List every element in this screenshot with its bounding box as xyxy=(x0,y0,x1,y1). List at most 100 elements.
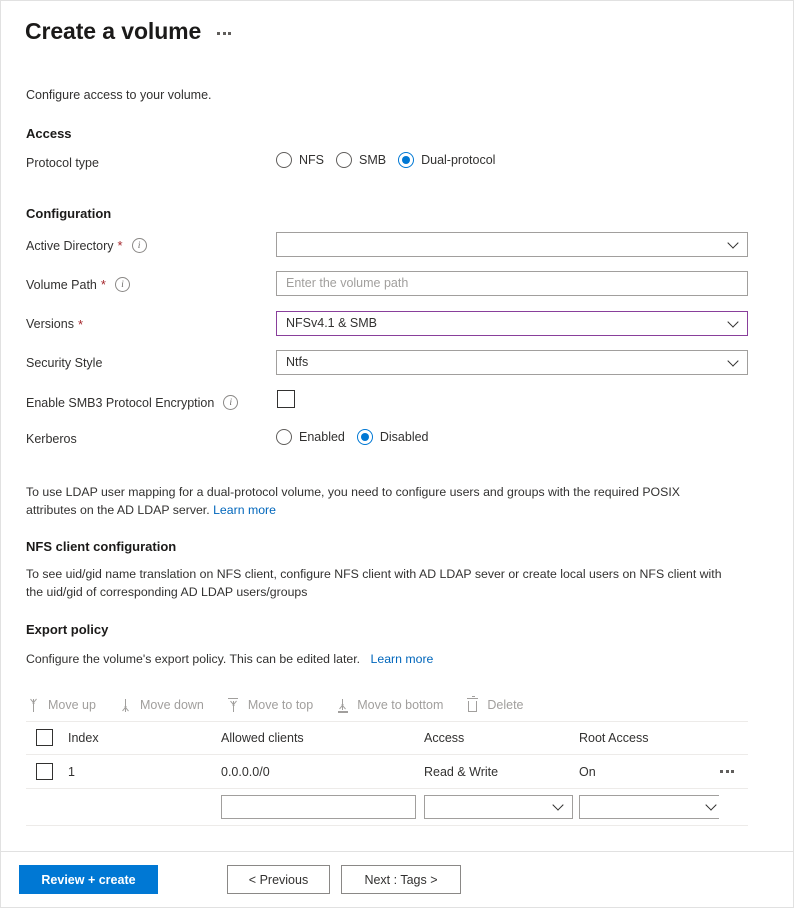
radio-label-smb: SMB xyxy=(359,153,387,167)
security-style-label: Security Style xyxy=(26,356,102,370)
security-style-label-text: Security Style xyxy=(26,356,103,370)
chevron-down-icon xyxy=(707,801,716,810)
export-policy-toolbar: Move up Move down Move to top Move to bo… xyxy=(26,689,748,722)
delete-label: Delete xyxy=(487,698,524,712)
chevron-down-icon xyxy=(729,357,738,366)
new-access-dropdown[interactable] xyxy=(424,795,573,819)
next-tags-button[interactable]: Next : Tags > xyxy=(341,865,461,894)
smb3-encryption-checkbox[interactable] xyxy=(277,390,295,408)
radio-circle-icon xyxy=(336,152,352,168)
move-to-top-button[interactable]: Move to top xyxy=(226,697,314,713)
chevron-down-icon xyxy=(554,801,563,810)
more-options-icon[interactable] xyxy=(215,26,233,37)
arrow-up-icon xyxy=(26,698,41,713)
blade-footer: Review + create < Previous Next : Tags > xyxy=(1,851,793,907)
export-policy-description-text: Configure the volume's export policy. Th… xyxy=(26,652,361,666)
move-down-button[interactable]: Move down xyxy=(118,698,204,713)
radio-label-disabled: Disabled xyxy=(379,430,429,444)
nfs-client-section-heading: NFS client configuration xyxy=(26,539,177,554)
cell-allowed-clients: 0.0.0.0/0 xyxy=(221,764,270,779)
row-checkbox[interactable] xyxy=(36,763,53,780)
active-directory-dropdown[interactable] xyxy=(276,232,748,257)
protocol-type-radio-group[interactable]: NFS SMB Dual-protocol xyxy=(276,152,495,168)
radio-protocol-nfs[interactable]: NFS xyxy=(276,152,324,168)
ldap-note: To use LDAP user mapping for a dual-prot… xyxy=(26,484,726,519)
radio-circle-selected-icon xyxy=(356,429,373,445)
export-policy-table: Index Allowed clients Access Root Access… xyxy=(26,721,748,826)
protocol-type-label-text: Protocol type xyxy=(26,156,99,170)
arrow-to-bottom-icon xyxy=(335,698,350,713)
nfs-client-description: To see uid/gid name translation on NFS c… xyxy=(26,567,722,599)
move-to-bottom-button[interactable]: Move to bottom xyxy=(335,698,443,713)
table-header-row: Index Allowed clients Access Root Access xyxy=(26,721,748,755)
required-marker: * xyxy=(77,316,84,332)
cell-access: Read & Write xyxy=(424,764,499,779)
chevron-down-icon xyxy=(729,318,738,327)
move-up-button[interactable]: Move up xyxy=(26,698,96,713)
kerberos-label-text: Kerberos xyxy=(26,432,77,446)
smb3-encryption-label-text: Enable SMB3 Protocol Encryption xyxy=(26,395,215,410)
radio-kerberos-disabled[interactable]: Disabled xyxy=(356,429,429,445)
new-row-allowed-clients-cell xyxy=(221,795,424,819)
arrow-down-icon xyxy=(118,698,133,713)
radio-protocol-dual[interactable]: Dual-protocol xyxy=(398,152,495,168)
table-row[interactable]: 1 0.0.0.0/0 Read & Write On xyxy=(26,755,748,789)
versions-label-text: Versions xyxy=(26,317,74,331)
column-header-allowed-clients: Allowed clients xyxy=(221,730,304,745)
move-down-label: Move down xyxy=(139,698,204,712)
move-to-top-label: Move to top xyxy=(247,698,314,712)
blade-content: Create a volume Configure access to your… xyxy=(1,1,793,851)
radio-label-enabled: Enabled xyxy=(299,430,345,444)
new-row-access-cell xyxy=(424,795,579,819)
radio-circle-selected-icon xyxy=(398,152,415,168)
select-all-cell xyxy=(26,729,68,746)
review-create-button[interactable]: Review + create xyxy=(19,865,158,894)
versions-label: Versions * xyxy=(26,317,83,331)
protocol-type-label: Protocol type xyxy=(26,156,99,170)
row-context-menu-icon[interactable] xyxy=(719,764,736,779)
configuration-section-heading: Configuration xyxy=(26,206,112,221)
volume-path-input[interactable]: Enter the volume path xyxy=(276,271,748,296)
export-policy-learn-more-link[interactable]: Learn more xyxy=(371,652,434,666)
page-title: Create a volume xyxy=(25,18,202,44)
new-root-access-dropdown[interactable] xyxy=(579,795,719,819)
row-select-cell xyxy=(26,763,68,780)
previous-button[interactable]: < Previous xyxy=(227,865,330,894)
cell-root-access: On xyxy=(579,764,596,779)
required-marker: * xyxy=(117,238,123,253)
table-new-row xyxy=(26,789,748,826)
intro-text: Configure access to your volume. xyxy=(26,88,212,102)
ldap-learn-more-link[interactable]: Learn more xyxy=(213,503,276,517)
volume-path-placeholder: Enter the volume path xyxy=(286,276,409,290)
title-row: Create a volume xyxy=(25,18,233,45)
trash-icon xyxy=(465,695,480,713)
export-policy-section-heading: Export policy xyxy=(26,622,109,637)
radio-protocol-smb[interactable]: SMB xyxy=(336,152,386,168)
new-row-root-access-cell xyxy=(579,795,719,819)
radio-label-dual-protocol: Dual-protocol xyxy=(421,153,496,167)
security-style-dropdown[interactable]: Ntfs xyxy=(276,350,748,375)
info-icon[interactable]: i xyxy=(223,395,239,410)
radio-kerberos-enabled[interactable]: Enabled xyxy=(276,429,345,445)
access-section-heading: Access xyxy=(26,126,72,141)
move-up-label: Move up xyxy=(48,698,96,712)
radio-label-nfs: NFS xyxy=(299,153,324,167)
smb3-encryption-label: Enable SMB3 Protocol Encryption i xyxy=(26,395,239,410)
ldap-note-text: To use LDAP user mapping for a dual-prot… xyxy=(26,485,680,517)
select-all-checkbox[interactable] xyxy=(36,729,53,746)
delete-button[interactable]: Delete xyxy=(465,695,524,713)
kerberos-label: Kerberos xyxy=(26,432,77,446)
active-directory-label-text: Active Directory xyxy=(26,238,114,253)
versions-dropdown[interactable]: NFSv4.1 & SMB xyxy=(276,311,748,336)
arrow-to-top-icon xyxy=(226,697,241,713)
column-header-root-access: Root Access xyxy=(579,730,649,745)
info-icon[interactable]: i xyxy=(114,277,130,292)
export-policy-description: Configure the volume's export policy. Th… xyxy=(26,651,726,669)
new-allowed-clients-input[interactable] xyxy=(221,795,416,819)
chevron-down-icon xyxy=(729,239,738,248)
kerberos-radio-group[interactable]: Enabled Disabled xyxy=(276,429,429,445)
volume-path-label: Volume Path * i xyxy=(26,277,130,292)
volume-path-label-text: Volume Path xyxy=(26,277,97,292)
required-marker: * xyxy=(100,277,106,292)
info-icon[interactable]: i xyxy=(131,238,147,253)
